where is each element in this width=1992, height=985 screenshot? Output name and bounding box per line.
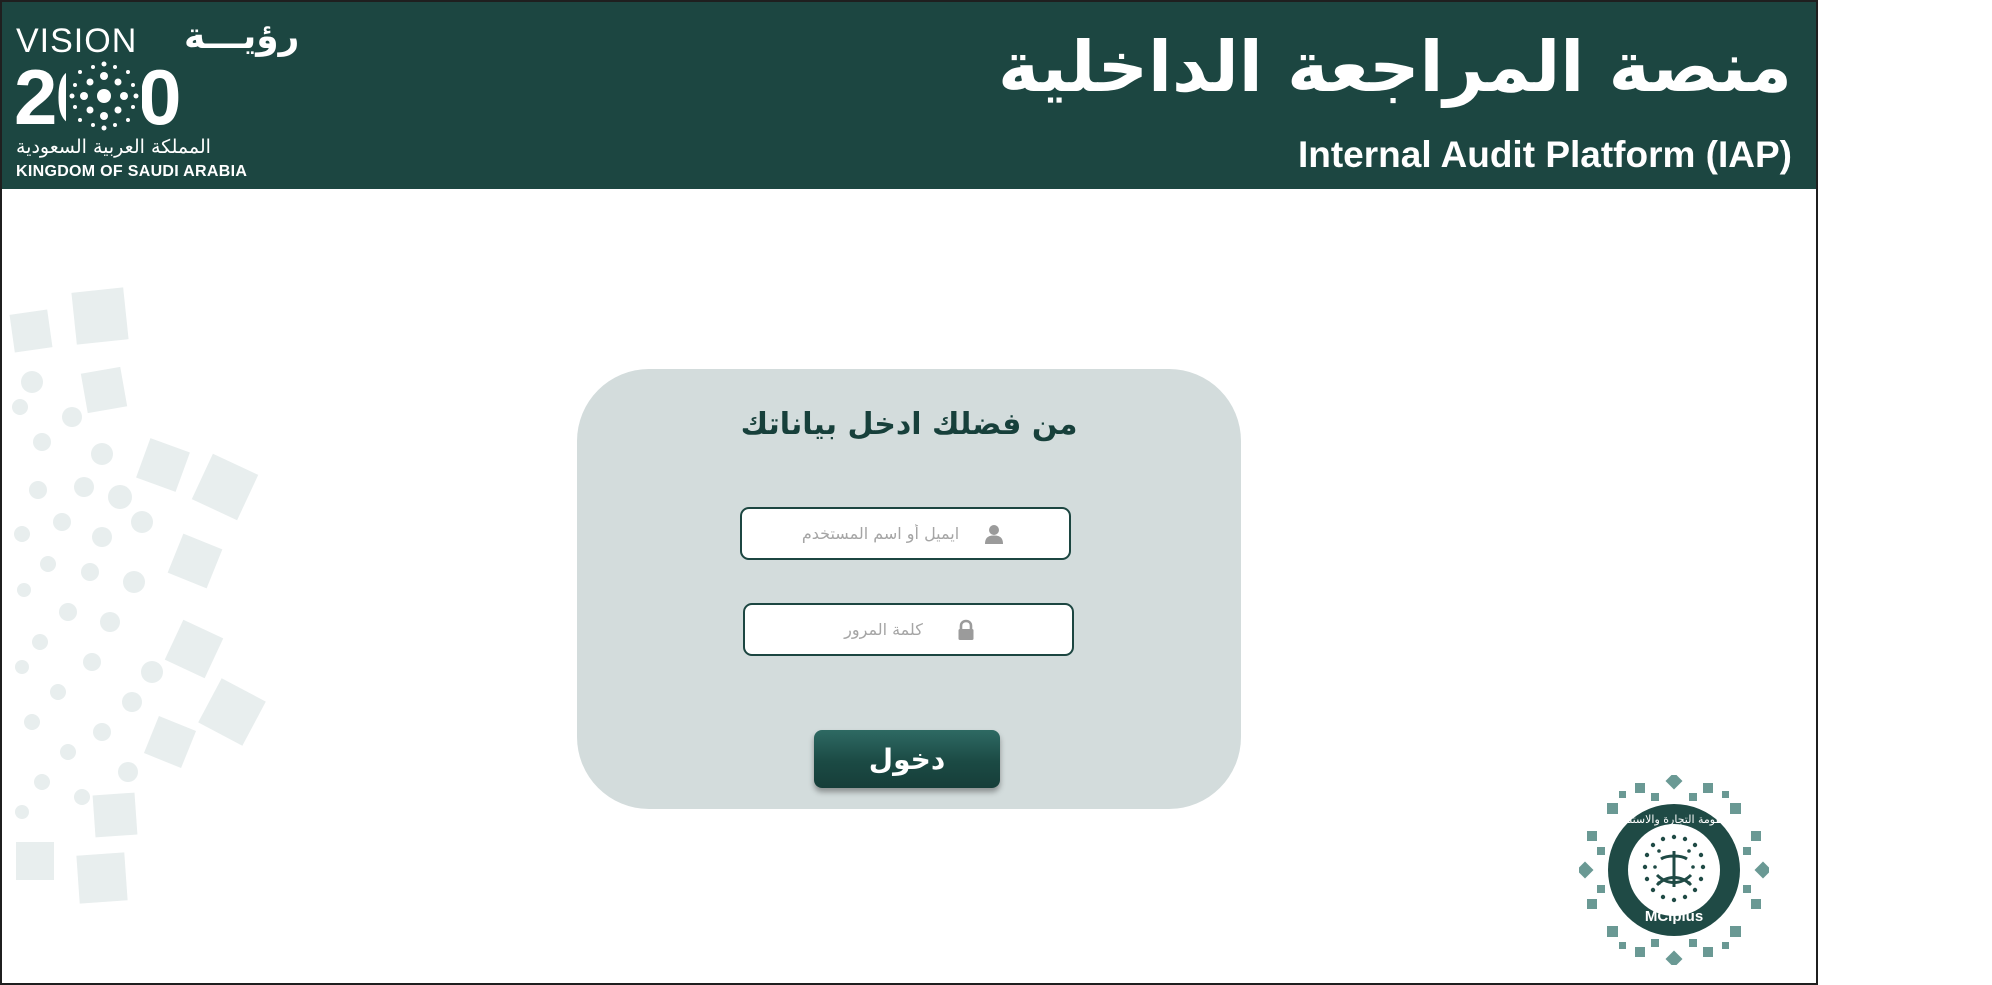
vision-emblem-icon <box>66 58 142 134</box>
login-button[interactable]: دخول <box>814 730 1000 788</box>
vision-logo-kingdom-en: KINGDOM OF SAUDI ARABIA <box>16 163 248 180</box>
password-input[interactable] <box>745 605 1072 654</box>
login-title: من فضلك ادخل بياناتك <box>740 407 1078 442</box>
login-card: من فضلك ادخل بياناتك دخول <box>577 369 1241 809</box>
page-title-english: Internal Audit Platform (IAP) <box>1297 134 1792 175</box>
password-field[interactable] <box>743 603 1074 656</box>
vision-2030-logo: VISION رؤيـــة 2030 <box>14 16 299 183</box>
username-input[interactable] <box>742 509 1069 558</box>
username-field[interactable] <box>740 507 1071 560</box>
lock-icon <box>958 619 974 640</box>
page-title-arabic: منصة المراجعة الداخلية <box>998 26 1792 108</box>
vision-logo-kingdom-ar: المملكة العربية السعودية <box>16 136 211 158</box>
user-icon <box>985 525 1003 544</box>
mci-plus-brand: MCIplus <box>1645 908 1703 925</box>
vision-logo-arabic: رؤيـــة <box>184 16 300 57</box>
decorative-pattern <box>9 287 266 904</box>
page-frame: VISION رؤيـــة 2030 <box>0 0 1818 985</box>
mci-plus-logo: MCIplus منظومة التجارة والاستثمار <box>1579 775 1769 965</box>
mci-arc-text: منظومة التجارة والاستثمار <box>1613 813 1734 826</box>
header-bar: VISION رؤيـــة 2030 <box>2 2 1816 189</box>
